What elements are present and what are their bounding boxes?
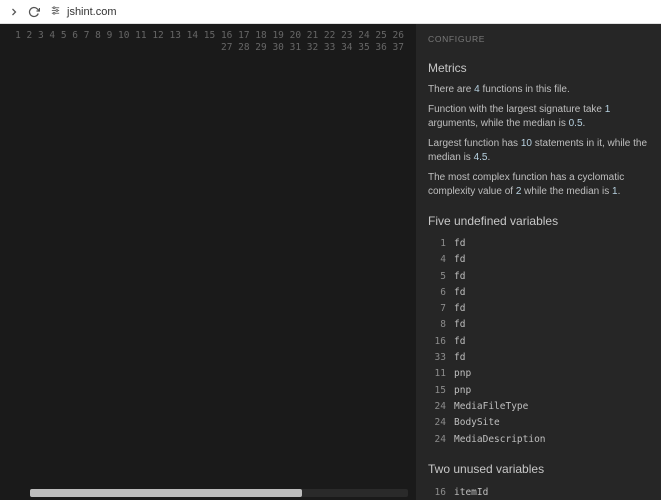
variable-row[interactable]: 15 pnp (428, 382, 649, 398)
variable-name: fd (454, 270, 465, 283)
variable-line-number: 11 (428, 367, 446, 380)
code-content[interactable]: fd.spRendered( function() { var listOrLi… (412, 24, 416, 500)
variable-line-number: 24 (428, 416, 446, 429)
metric-functions: There are 4 functions in this file. (428, 83, 649, 97)
configure-heading[interactable]: CONFIGURE (428, 34, 649, 46)
metrics-heading: Metrics (428, 60, 649, 77)
variable-row[interactable]: 24 MediaDescription (428, 431, 649, 447)
variable-line-number: 15 (428, 384, 446, 397)
variable-name: BodySite (454, 416, 500, 429)
variable-line-number: 16 (428, 335, 446, 348)
variable-line-number: 7 (428, 302, 446, 315)
variable-row[interactable]: 1 fd (428, 235, 649, 251)
variable-name: pnp (454, 367, 471, 380)
sidebar: CONFIGURE Metrics There are 4 functions … (416, 24, 661, 500)
metrics-block: There are 4 functions in this file. Func… (428, 83, 649, 199)
reload-icon[interactable] (28, 6, 40, 18)
variable-line-number: 33 (428, 351, 446, 364)
variable-row[interactable]: 5 fd (428, 268, 649, 284)
code-editor[interactable]: 1 2 3 4 5 6 7 8 9 10 11 12 13 14 15 16 1… (0, 24, 416, 500)
url-text[interactable]: jshint.com (67, 6, 117, 18)
variable-line-number: 6 (428, 286, 446, 299)
undefined-heading: Five undefined variables (428, 213, 649, 230)
browser-toolbar: jshint.com (0, 0, 661, 24)
variable-line-number: 24 (428, 400, 446, 413)
variable-line-number: 24 (428, 433, 446, 446)
variable-name: fd (454, 286, 465, 299)
unused-list: 16itemId4filename (428, 484, 649, 500)
variable-row[interactable]: 16 itemId (428, 484, 649, 500)
variable-name: MediaFileType (454, 400, 528, 413)
variable-name: fd (454, 253, 465, 266)
horizontal-scrollbar[interactable] (30, 489, 408, 497)
variable-name: MediaDescription (454, 433, 546, 446)
variable-row[interactable]: 24 MediaFileType (428, 398, 649, 414)
scrollbar-thumb[interactable] (30, 489, 302, 497)
variable-name: fd (454, 351, 465, 364)
variable-line-number: 4 (428, 253, 446, 266)
variable-row[interactable]: 4 fd (428, 252, 649, 268)
variable-row[interactable]: 33 fd (428, 350, 649, 366)
variable-row[interactable]: 24 BodySite (428, 415, 649, 431)
metric-statements: Largest function has 10 statements in it… (428, 137, 649, 165)
undefined-list: 1 fd 4 fd 5 fd 6 fd 7 fd 8 fd 16 fd 33 fd 11 pnp 15 pnp 24 Me… (428, 235, 649, 447)
variable-line-number: 1 (428, 237, 446, 250)
variable-name: fd (454, 318, 465, 331)
app-container: 1 2 3 4 5 6 7 8 9 10 11 12 13 14 15 16 1… (0, 24, 661, 500)
site-tune-icon[interactable] (50, 5, 61, 19)
variable-row[interactable]: 8 fd (428, 317, 649, 333)
metric-complexity: The most complex function has a cyclomat… (428, 171, 649, 199)
forward-icon[interactable] (8, 6, 20, 18)
variable-row[interactable]: 6 fd (428, 284, 649, 300)
variable-line-number: 5 (428, 270, 446, 283)
variable-name: fd (454, 237, 465, 250)
variable-line-number: 16 (428, 486, 446, 499)
variable-name: pnp (454, 384, 471, 397)
variable-row[interactable]: 7 fd (428, 301, 649, 317)
variable-name: fd (454, 335, 465, 348)
variable-name: fd (454, 302, 465, 315)
metric-signature: Function with the largest signature take… (428, 103, 649, 131)
unused-heading: Two unused variables (428, 461, 649, 478)
variable-row[interactable]: 11 pnp (428, 366, 649, 382)
variable-row[interactable]: 16 fd (428, 333, 649, 349)
line-gutter: 1 2 3 4 5 6 7 8 9 10 11 12 13 14 15 16 1… (0, 24, 412, 500)
variable-line-number: 8 (428, 318, 446, 331)
variable-name: itemId (454, 486, 488, 499)
